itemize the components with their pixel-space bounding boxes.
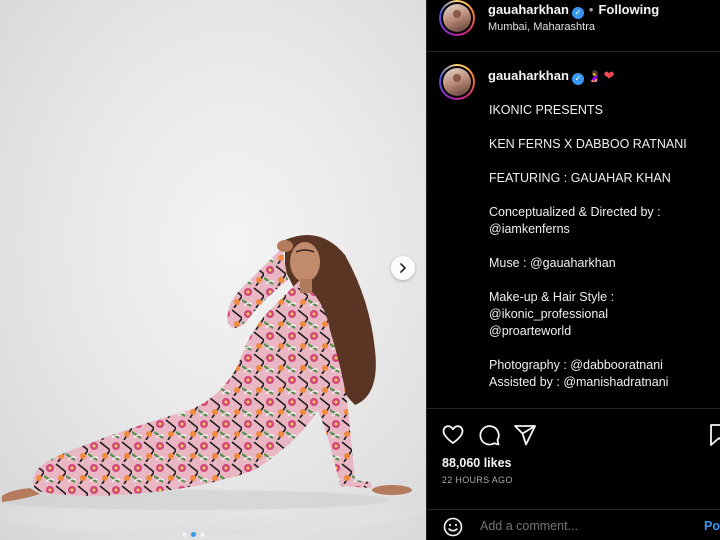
post-photo[interactable]: [0, 0, 426, 540]
caption-line: FEATURING : GAUAHAR KHAN: [489, 171, 671, 185]
heart-emoji: ❤: [603, 68, 615, 83]
caption-line[interactable]: Photography : @dabbooratnani: [489, 357, 687, 374]
pregnant-emoji: 🤰: [587, 71, 602, 83]
caption-line[interactable]: @proarteworld: [489, 323, 687, 340]
verified-badge-icon: ✓: [571, 7, 584, 19]
header-username[interactable]: gauaharkhan: [488, 2, 569, 17]
caption-username[interactable]: gauaharkhan: [488, 68, 569, 83]
carousel-dot: [200, 532, 205, 537]
caption-avatar[interactable]: [439, 64, 475, 100]
caption-text: IKONIC PRESENTS KEN FERNS X DABBOO RATNAN…: [489, 102, 687, 391]
save-bookmark-icon[interactable]: [708, 423, 720, 447]
next-photo-button[interactable]: [391, 256, 415, 280]
post-comment-button[interactable]: Post: [704, 519, 720, 533]
caption-line: Make-up & Hair Style :: [489, 290, 615, 304]
following-button[interactable]: Following: [598, 2, 659, 17]
location-link[interactable]: Mumbai, Maharashtra: [488, 21, 595, 33]
caption-section: gauaharkhan ✓ 🤰 ❤ IKONIC PRESENTS KEN FERNS …: [427, 52, 720, 408]
separator: •: [588, 2, 594, 17]
post-timestamp[interactable]: 22 HOURS AGO: [442, 475, 513, 485]
caption-line[interactable]: @iamkenferns: [489, 221, 687, 238]
share-icon[interactable]: [513, 423, 537, 447]
caption-line: IKONIC PRESENTS: [489, 103, 603, 117]
comment-bar: Post: [427, 509, 720, 540]
caption-line: KEN FERNS X DABBOO RATNANI: [489, 137, 687, 151]
likes-count[interactable]: 88,060 likes: [442, 456, 512, 470]
like-heart-icon[interactable]: [441, 423, 465, 447]
caption-line: Conceptualized & Directed by :: [489, 205, 661, 219]
avatar[interactable]: [439, 0, 475, 36]
comment-icon[interactable]: [477, 423, 501, 447]
caption-line[interactable]: Assisted by : @manishadratnani: [489, 374, 687, 391]
caption-line[interactable]: @ikonic_professional: [489, 306, 687, 323]
caption-line[interactable]: Muse : @gauaharkhan: [489, 255, 687, 272]
comment-input[interactable]: [480, 519, 680, 533]
carousel-indicator: [182, 532, 205, 537]
carousel-dot-active: [191, 532, 196, 537]
post-details-panel: gauaharkhan ✓ • Following Mumbai, Maharasht…: [426, 0, 720, 540]
emoji-smiley-icon[interactable]: [443, 517, 463, 537]
post-actions: 88,060 likes 22 HOURS AGO Post: [427, 408, 720, 540]
verified-badge-icon: ✓: [571, 73, 584, 85]
model-illustration: [0, 235, 426, 535]
chevron-right-icon: [400, 263, 406, 273]
post-header: gauaharkhan ✓ • Following Mumbai, Maharasht…: [427, 0, 720, 52]
carousel-dot: [182, 532, 187, 537]
